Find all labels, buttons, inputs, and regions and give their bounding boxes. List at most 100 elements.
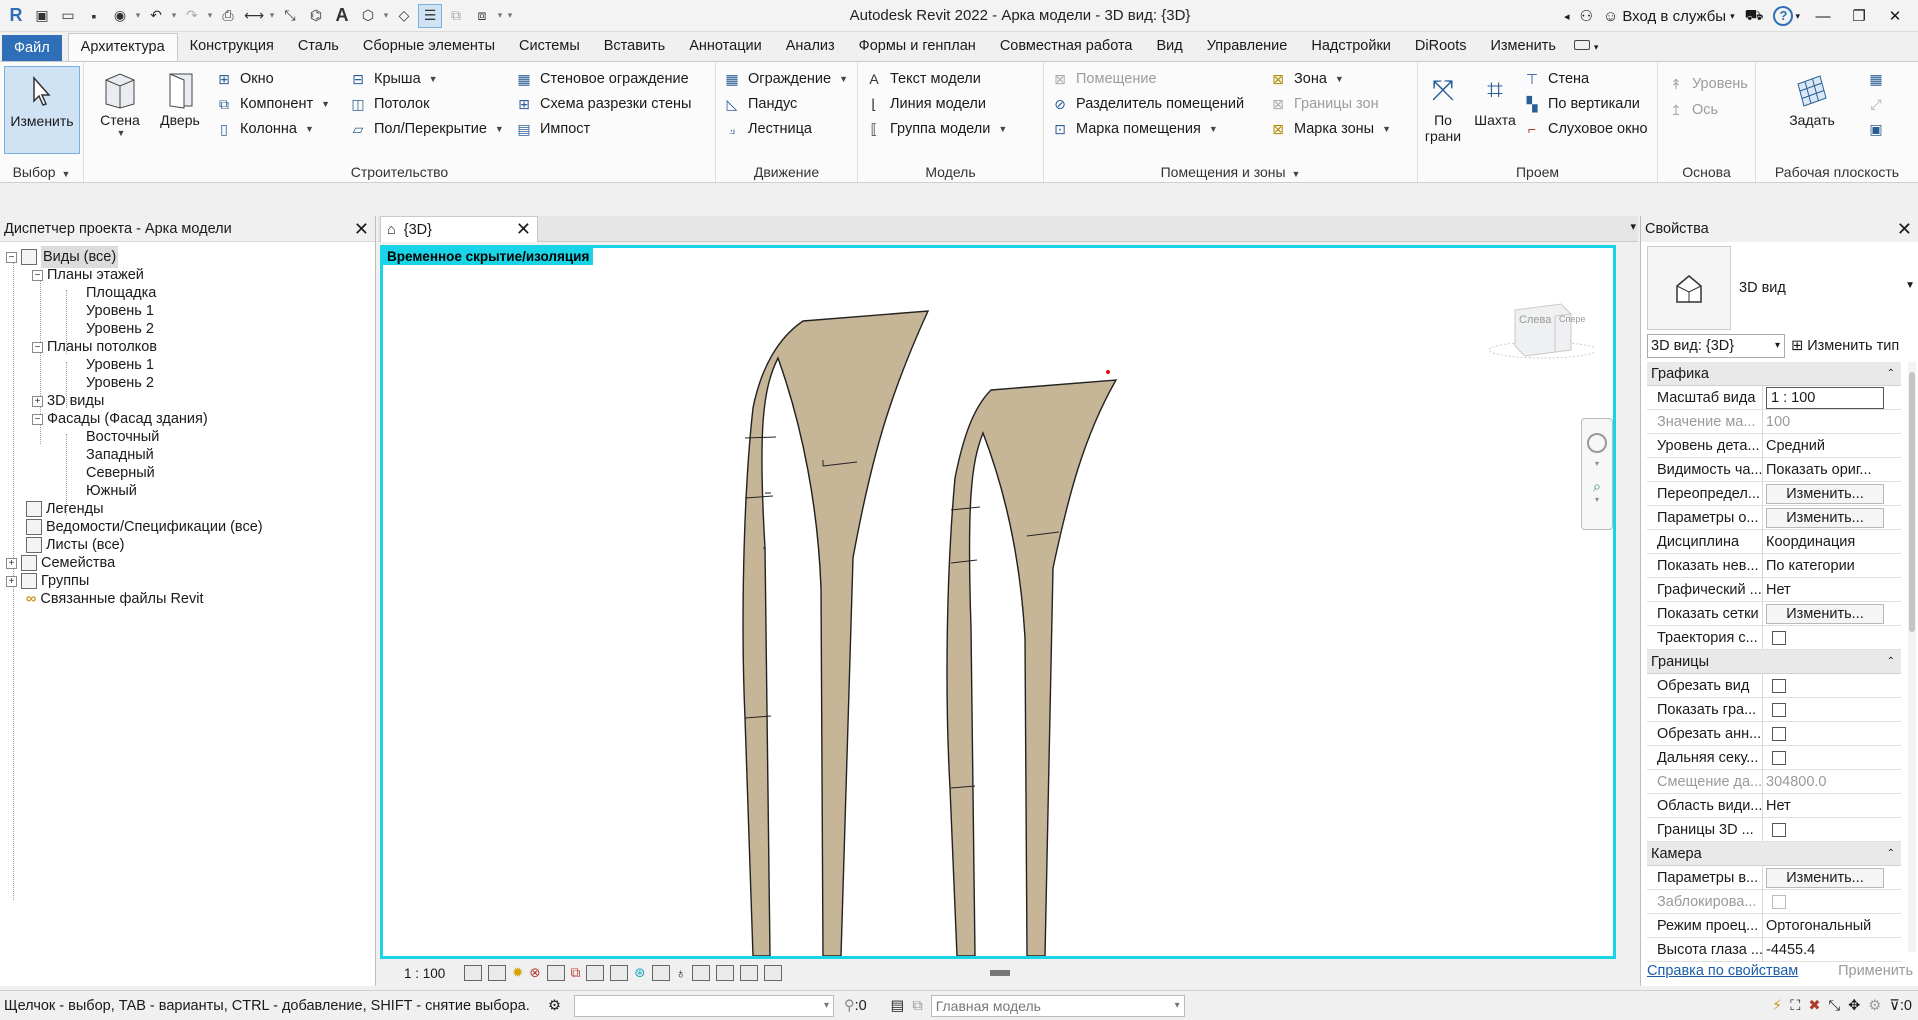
viewcube-front-face[interactable]: Спере: [1559, 314, 1585, 324]
collapse-icon[interactable]: −: [32, 341, 43, 353]
select-links-icon[interactable]: ⚡: [1772, 998, 1782, 1014]
drag-elements-icon[interactable]: ✥: [1848, 998, 1860, 1014]
collapse-icon[interactable]: −: [32, 269, 43, 281]
model-text-button[interactable]: A Текст модели: [864, 67, 981, 91]
component-button[interactable]: ⧉ Компонент ▼: [214, 92, 330, 116]
temp-hide-icon[interactable]: ⊛: [634, 965, 645, 981]
help-button[interactable]: ? ▾: [1773, 6, 1800, 26]
tab-collaborate[interactable]: Совместная работа: [988, 33, 1145, 61]
revit-logo-icon[interactable]: R: [4, 4, 28, 28]
exclude-options-icon[interactable]: ⧉: [912, 998, 922, 1014]
close-icon[interactable]: ✕: [1897, 216, 1912, 242]
prop-row[interactable]: Уровень дета... Средний: [1647, 434, 1901, 458]
properties-help-link[interactable]: Справка по свойствам: [1647, 963, 1798, 979]
drawing-canvas[interactable]: Временное скрытие/изоляция Слева Спере ▾…: [380, 245, 1616, 959]
panel-select-label[interactable]: Выбор ▼: [0, 162, 83, 182]
tab-systems[interactable]: Системы: [507, 33, 592, 61]
prop-row[interactable]: Видимость ча... Показать ориг...: [1647, 458, 1901, 482]
thin-lines-icon[interactable]: ☰: [418, 3, 442, 28]
column-button[interactable]: ▯ Колонна ▼: [214, 117, 314, 141]
curtain-system-button[interactable]: ▦ Стеновое ограждение: [514, 67, 688, 91]
ceiling-button[interactable]: ◫ Потолок: [348, 92, 429, 116]
tab-architecture[interactable]: Архитектура: [67, 33, 178, 61]
arrow-left-icon[interactable]: ◂: [1564, 10, 1570, 23]
floor-button[interactable]: ▱ Пол/Перекрытие ▼: [348, 117, 504, 141]
cart-icon[interactable]: ⛟: [1745, 7, 1764, 26]
area-tag-button[interactable]: ⊠ Марка зоны ▼: [1268, 117, 1391, 141]
sun-path-icon[interactable]: ✹: [512, 965, 523, 981]
signin-button[interactable]: ☺ Вход в службы ▾: [1603, 8, 1735, 25]
design-options-icon[interactable]: ▤: [891, 998, 905, 1014]
crop-view-icon[interactable]: ⧉: [571, 965, 581, 981]
horizontal-scroll-thumb[interactable]: [990, 970, 1010, 976]
checkbox[interactable]: [1772, 703, 1786, 717]
background-process-icon[interactable]: ⚙: [1868, 998, 1881, 1014]
chevron-down-icon[interactable]: ▾: [1582, 495, 1612, 504]
set-workplane-button[interactable]: Задать: [1782, 66, 1842, 154]
tab-steel[interactable]: Сталь: [286, 33, 351, 61]
active-workset-dropdown[interactable]: ▾: [574, 994, 834, 1017]
stair-button[interactable]: ⟓ Лестница: [722, 117, 812, 141]
editable-only-icon[interactable]: ⚲: [844, 998, 855, 1014]
zoom-icon[interactable]: ⌕: [1582, 478, 1612, 495]
arch-left[interactable]: [742, 310, 930, 956]
collapse-icon[interactable]: −: [6, 251, 17, 263]
mullion-button[interactable]: ▤ Импост: [514, 117, 590, 141]
railing-button[interactable]: ▦ Ограждение ▼: [722, 67, 848, 91]
ribbon-options-button[interactable]: ▾: [1568, 33, 1605, 61]
shaft-button[interactable]: ⌗ Шахта: [1470, 66, 1520, 154]
ref-plane-button[interactable]: ⤢: [1866, 92, 1886, 116]
select-pinned-icon[interactable]: ✖: [1808, 998, 1820, 1014]
checkbox[interactable]: [1772, 679, 1786, 693]
close-icon[interactable]: ✕: [516, 219, 531, 240]
view-scale[interactable]: 1 : 100: [404, 966, 458, 981]
close-window-icon[interactable]: ✕: [1882, 7, 1908, 25]
tab-file[interactable]: Файл: [2, 35, 62, 61]
window-button[interactable]: ⊞ Окно: [214, 67, 274, 91]
checkbox[interactable]: [1772, 727, 1786, 741]
tag-icon[interactable]: ⌬: [304, 4, 328, 28]
dropdown-icon[interactable]: ▾: [134, 10, 142, 21]
prop-row[interactable]: Область види... Нет: [1647, 794, 1901, 818]
wall-button[interactable]: Стена ▼: [90, 66, 150, 154]
tab-structure[interactable]: Конструкция: [178, 33, 286, 61]
room-separator-button[interactable]: ⊘ Разделитель помещений: [1050, 92, 1244, 116]
room-button[interactable]: ⊠ Помещение: [1050, 67, 1156, 91]
tab-massing[interactable]: Формы и генплан: [847, 33, 988, 61]
checkbox[interactable]: [1772, 823, 1786, 837]
by-face-button[interactable]: ⤧ По грани: [1418, 66, 1468, 154]
area-boundary-button[interactable]: ⊠ Границы зон: [1268, 92, 1378, 116]
binoculars-icon[interactable]: ⚇: [1580, 7, 1593, 25]
show-workplane-button[interactable]: ▦: [1866, 67, 1886, 91]
select-underlay-icon[interactable]: ⛶: [1790, 998, 1800, 1014]
tab-annotate[interactable]: Аннотации: [677, 33, 773, 61]
tab-view[interactable]: Вид: [1145, 33, 1195, 61]
close-hidden-icon[interactable]: ⧉: [444, 4, 468, 28]
undo-icon[interactable]: ↶: [144, 4, 168, 28]
vertical-opening-button[interactable]: ▚ По вертикали: [1522, 92, 1640, 116]
vertical-scroll-thumb[interactable]: [1615, 484, 1616, 504]
tree-revit-links[interactable]: ∞ Связанные файлы Revit: [26, 588, 204, 610]
section-icon[interactable]: ◇: [392, 4, 416, 28]
dropdown-icon[interactable]: ▾: [382, 10, 390, 21]
viewer-button[interactable]: ▣: [1866, 117, 1886, 141]
properties-scrollbar[interactable]: [1908, 362, 1916, 952]
apply-button[interactable]: Применить: [1838, 963, 1913, 979]
dimension-icon[interactable]: ⤡: [278, 4, 302, 28]
3d-view-icon[interactable]: ⬡: [356, 4, 380, 28]
area-button[interactable]: ⊠ Зона ▼: [1268, 67, 1344, 91]
group-extents[interactable]: Границы ⌃: [1647, 650, 1901, 674]
checkbox[interactable]: [1772, 631, 1786, 645]
filter-icon[interactable]: ⊽: [1889, 998, 1900, 1014]
shadows-icon[interactable]: ⊗: [529, 965, 540, 981]
prop-row[interactable]: Графический ... Нет: [1647, 578, 1901, 602]
text-icon[interactable]: A: [330, 4, 354, 28]
save-icon[interactable]: ▪: [82, 4, 106, 28]
print-icon[interactable]: ⎙: [216, 4, 240, 28]
door-button[interactable]: Дверь: [150, 66, 210, 154]
worksharing-display-icon[interactable]: [763, 965, 782, 981]
room-tag-button[interactable]: ⊡ Марка помещения ▼: [1050, 117, 1218, 141]
grid-button[interactable]: ↥ Ось: [1666, 98, 1718, 122]
reveal-constraints-icon[interactable]: [739, 965, 758, 981]
viewcube[interactable]: Слева Спере: [1485, 298, 1598, 368]
